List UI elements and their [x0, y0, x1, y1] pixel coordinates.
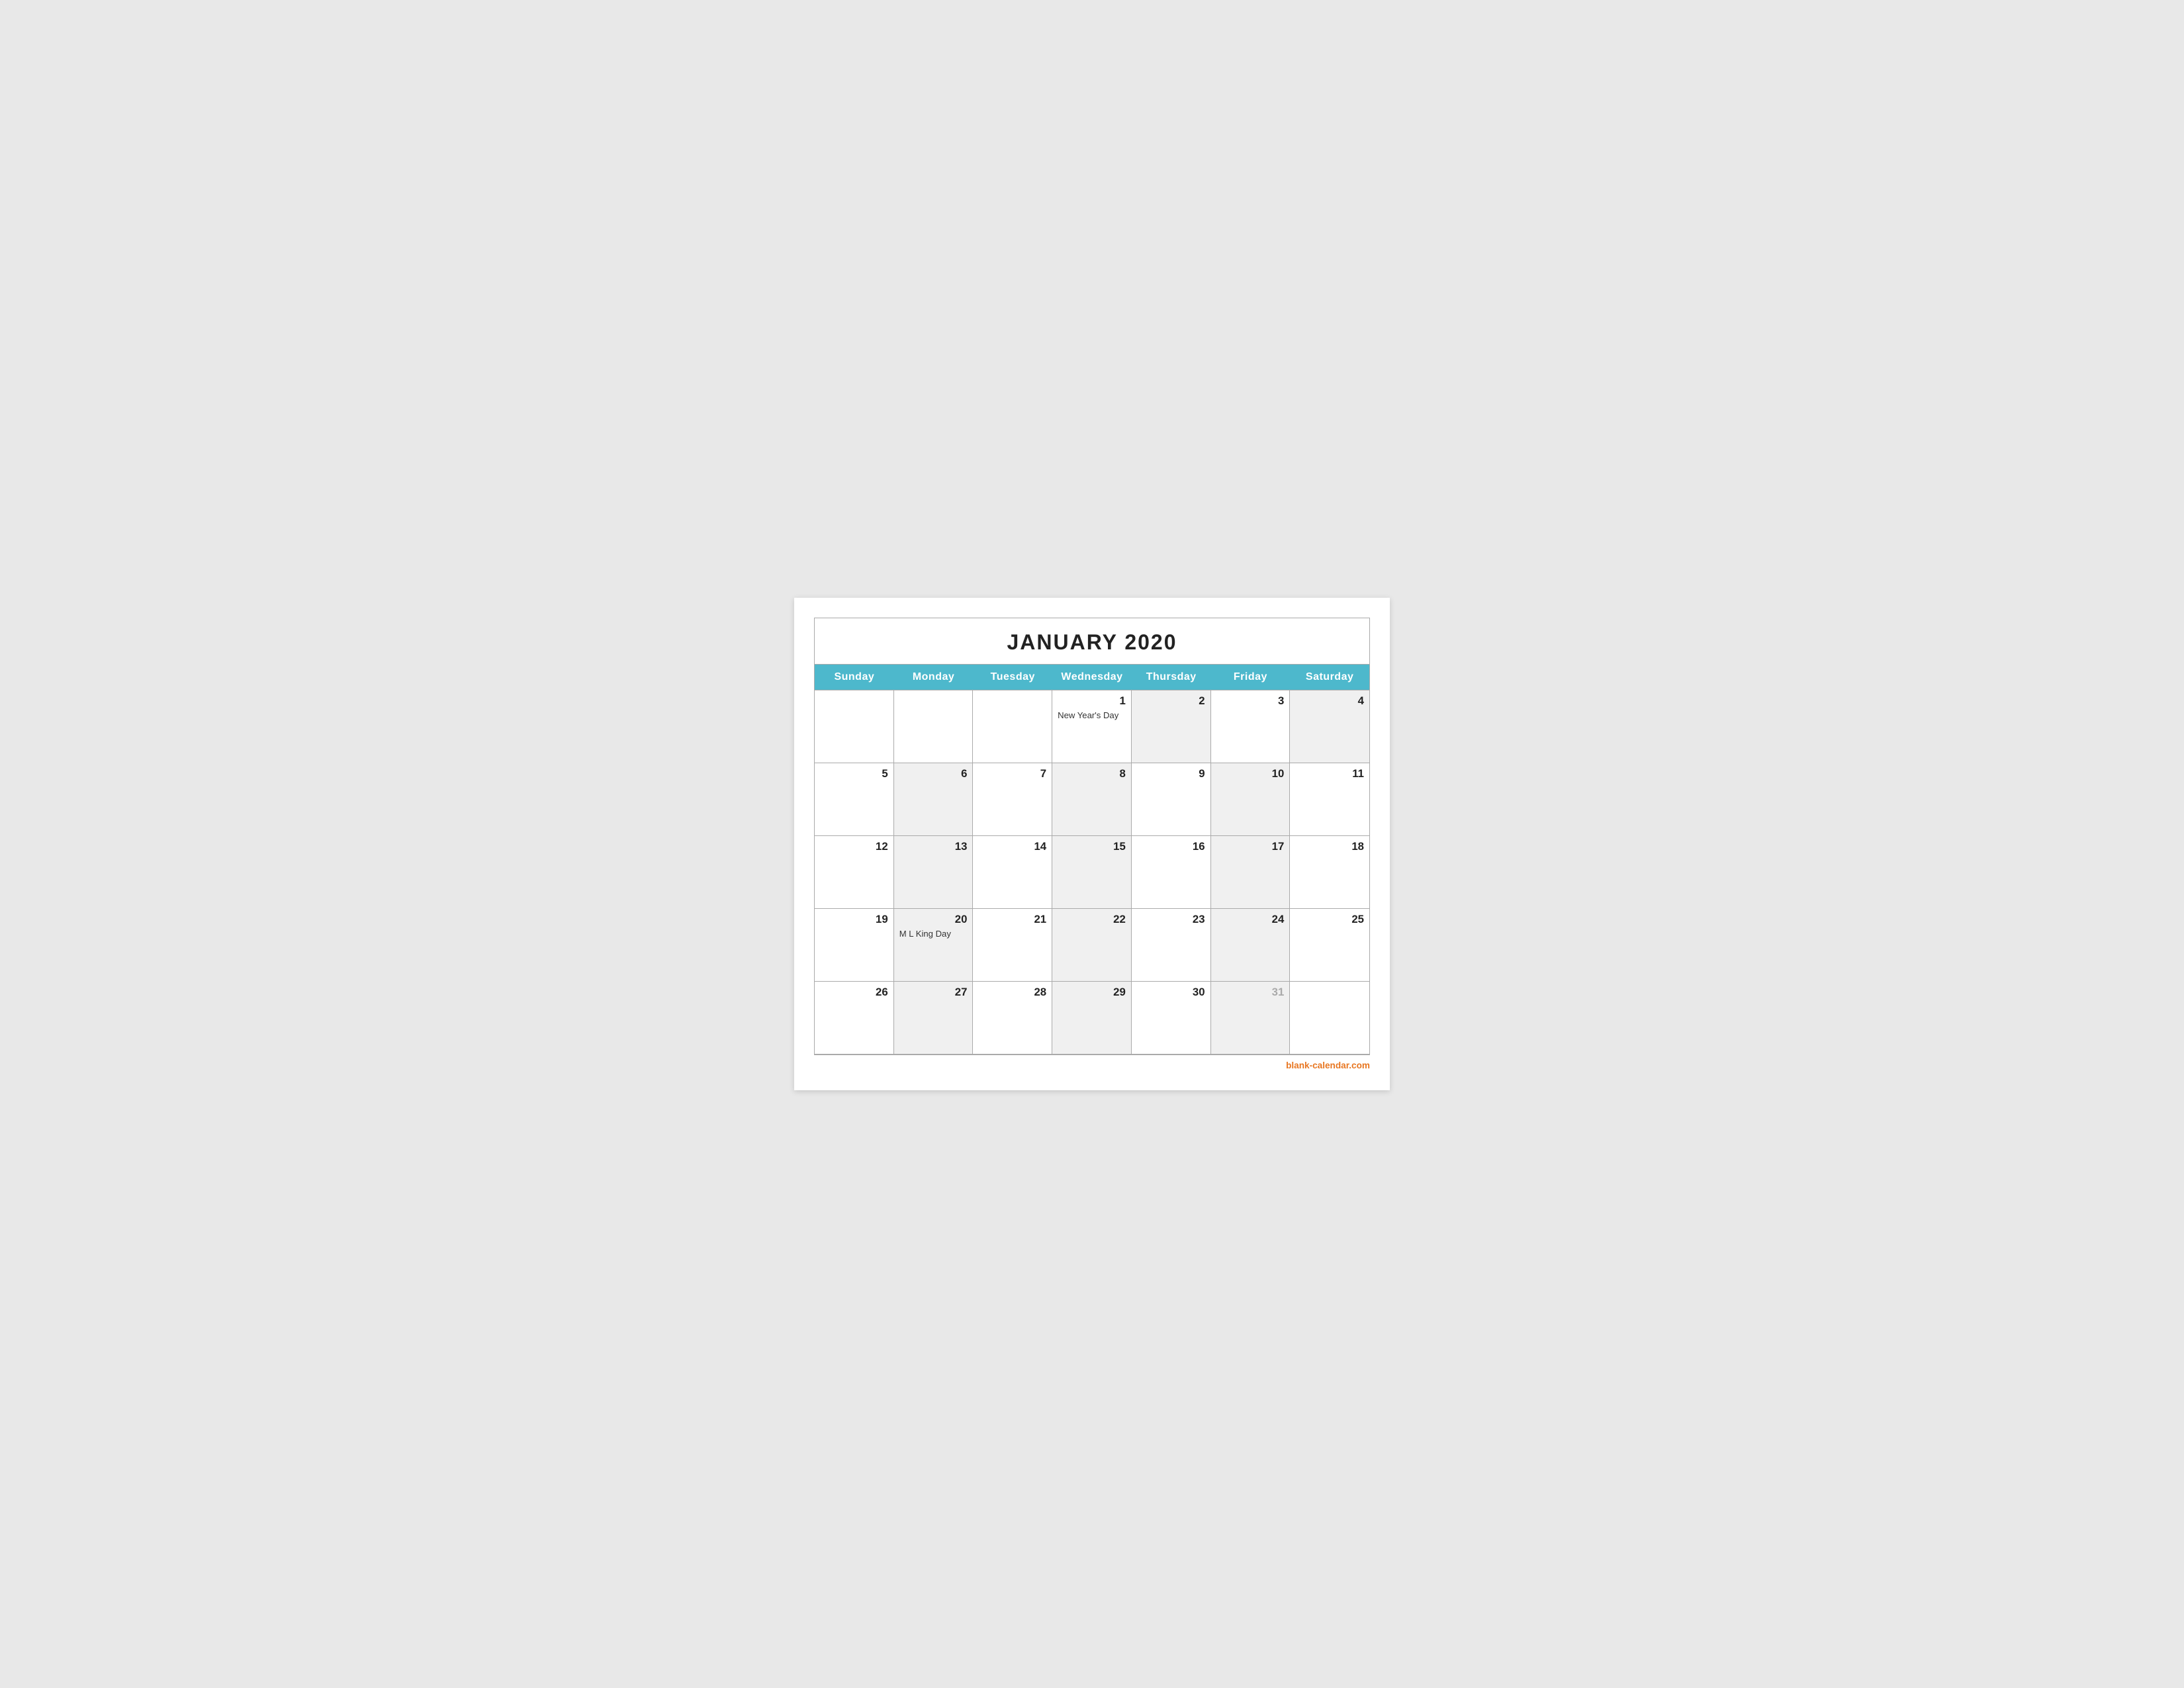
calendar-cell: 27 — [894, 982, 974, 1055]
day-header-sunday: Sunday — [815, 665, 894, 690]
day-header-wednesday: Wednesday — [1052, 665, 1132, 690]
date-number: 11 — [1295, 767, 1364, 780]
calendar-cell: 11 — [1290, 763, 1369, 836]
calendar-cell: 15 — [1052, 836, 1132, 909]
calendar-cell: 18 — [1290, 836, 1369, 909]
date-number: 24 — [1216, 913, 1285, 926]
footer: blank-calendar.com — [814, 1060, 1370, 1070]
calendar-cell: 9 — [1132, 763, 1211, 836]
day-header-thursday: Thursday — [1132, 665, 1211, 690]
date-number: 2 — [1137, 694, 1205, 708]
date-number: 1 — [1058, 694, 1126, 708]
date-number: 19 — [820, 913, 888, 926]
date-number: 10 — [1216, 767, 1285, 780]
calendar-grid: 1New Year's Day2345678910111213141516171… — [815, 690, 1369, 1055]
calendar-cell: 21 — [973, 909, 1052, 982]
calendar-cell: 2 — [1132, 690, 1211, 763]
day-header-tuesday: Tuesday — [973, 665, 1052, 690]
date-number: 21 — [978, 913, 1046, 926]
date-number: 5 — [820, 767, 888, 780]
date-number: 15 — [1058, 840, 1126, 853]
date-number: 29 — [1058, 986, 1126, 999]
event-label: M L King Day — [899, 929, 968, 939]
day-header-monday: Monday — [894, 665, 974, 690]
calendar-cell: 14 — [973, 836, 1052, 909]
date-number: 16 — [1137, 840, 1205, 853]
date-number: 25 — [1295, 913, 1364, 926]
day-header-saturday: Saturday — [1290, 665, 1369, 690]
day-header-friday: Friday — [1211, 665, 1291, 690]
date-number: 31 — [1216, 986, 1285, 999]
day-headers: SundayMondayTuesdayWednesdayThursdayFrid… — [815, 665, 1369, 690]
date-number: 30 — [1137, 986, 1205, 999]
date-number: 28 — [978, 986, 1046, 999]
calendar-cell: 22 — [1052, 909, 1132, 982]
calendar-cell: 25 — [1290, 909, 1369, 982]
calendar-title: JANUARY 2020 — [815, 618, 1369, 665]
event-label: New Year's Day — [1058, 710, 1126, 720]
calendar-cell — [1290, 982, 1369, 1055]
date-number: 3 — [1216, 694, 1285, 708]
date-number: 13 — [899, 840, 968, 853]
calendar-page: JANUARY 2020 SundayMondayTuesdayWednesda… — [794, 598, 1390, 1090]
calendar-cell: 20 M L King Day — [894, 909, 974, 982]
date-number: 9 — [1137, 767, 1205, 780]
date-number: 7 — [978, 767, 1046, 780]
calendar-cell: 12 — [815, 836, 894, 909]
date-number: 6 — [899, 767, 968, 780]
date-number: 12 — [820, 840, 888, 853]
calendar-cell: 4 — [1290, 690, 1369, 763]
date-number: 20 — [899, 913, 968, 926]
date-number: 4 — [1295, 694, 1364, 708]
calendar-cell: 17 — [1211, 836, 1291, 909]
date-number: 27 — [899, 986, 968, 999]
calendar-cell: 8 — [1052, 763, 1132, 836]
date-number: 14 — [978, 840, 1046, 853]
calendar-cell: 7 — [973, 763, 1052, 836]
date-number: 22 — [1058, 913, 1126, 926]
calendar-cell: 23 — [1132, 909, 1211, 982]
calendar-cell: 30 — [1132, 982, 1211, 1055]
calendar-cell: 28 — [973, 982, 1052, 1055]
calendar-cell: 6 — [894, 763, 974, 836]
calendar-cell: 26 — [815, 982, 894, 1055]
date-number: 18 — [1295, 840, 1364, 853]
date-number: 8 — [1058, 767, 1126, 780]
calendar-cell — [894, 690, 974, 763]
calendar-cell: 29 — [1052, 982, 1132, 1055]
calendar-cell: 13 — [894, 836, 974, 909]
date-number: 26 — [820, 986, 888, 999]
date-number: 17 — [1216, 840, 1285, 853]
calendar-cell: 1 New Year's Day — [1052, 690, 1132, 763]
calendar-cell: 3 — [1211, 690, 1291, 763]
calendar: JANUARY 2020 SundayMondayTuesdayWednesda… — [814, 618, 1370, 1055]
date-number: 23 — [1137, 913, 1205, 926]
calendar-cell: 10 — [1211, 763, 1291, 836]
footer-link: blank-calendar.com — [1286, 1060, 1370, 1070]
calendar-cell: 5 — [815, 763, 894, 836]
calendar-cell: 31 — [1211, 982, 1291, 1055]
calendar-cell: 24 — [1211, 909, 1291, 982]
calendar-cell — [815, 690, 894, 763]
calendar-cell: 19 — [815, 909, 894, 982]
calendar-cell: 16 — [1132, 836, 1211, 909]
calendar-cell — [973, 690, 1052, 763]
